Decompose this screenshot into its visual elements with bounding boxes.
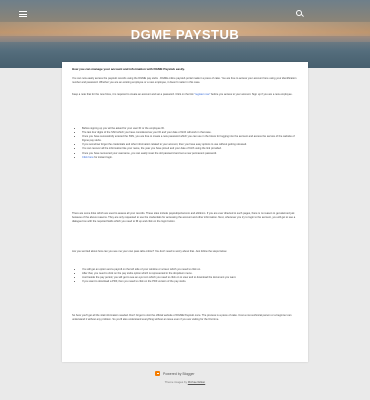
paragraph-3: There are some links which are used to a… <box>72 212 296 224</box>
theme-credit: Theme images by Michael Elkan <box>0 380 370 384</box>
blogger-logo-icon <box>155 371 160 376</box>
theme-author-link[interactable]: Michael Elkan <box>188 380 205 384</box>
intro-2-text: Keep a note that for the new hires, it i… <box>72 93 195 96</box>
hamburger-menu-icon[interactable] <box>19 11 27 17</box>
post-heading: How you can manage your account and info… <box>72 67 185 71</box>
intro-paragraph-2: Keep a note that for the new hires, it i… <box>72 93 298 97</box>
register-now-link[interactable]: "register now" <box>194 93 210 96</box>
list-item: Click here for instant login. <box>82 156 298 160</box>
click-here-link[interactable]: Click here <box>82 156 94 159</box>
intro-paragraph-1: You can now easily access the paystub re… <box>72 77 297 85</box>
search-icon[interactable] <box>296 10 304 18</box>
paragraph-4: Are you worried about how can you see me… <box>72 250 227 253</box>
theme-credit-prefix: Theme images by <box>164 380 188 384</box>
powered-by-label: Powered by Blogger <box>163 371 195 376</box>
paragraph-5: So here you'll get all the vital informa… <box>72 314 292 322</box>
blog-title[interactable]: DGME PAYSTUB <box>0 27 370 42</box>
post-card: How you can manage your account and info… <box>62 62 308 362</box>
intro-2-text-after: before you access to your account. Sign … <box>210 93 293 96</box>
bullet-list-1: Before signing up you will be asked for … <box>72 127 298 160</box>
bullet-list-2: You will get an option and a payroll on … <box>72 268 298 284</box>
list-item: If you want to download a PDF, then you … <box>82 280 298 284</box>
click-here-text: for instant login. <box>93 155 113 159</box>
powered-by-blogger-badge[interactable]: Powered by Blogger <box>155 371 195 376</box>
